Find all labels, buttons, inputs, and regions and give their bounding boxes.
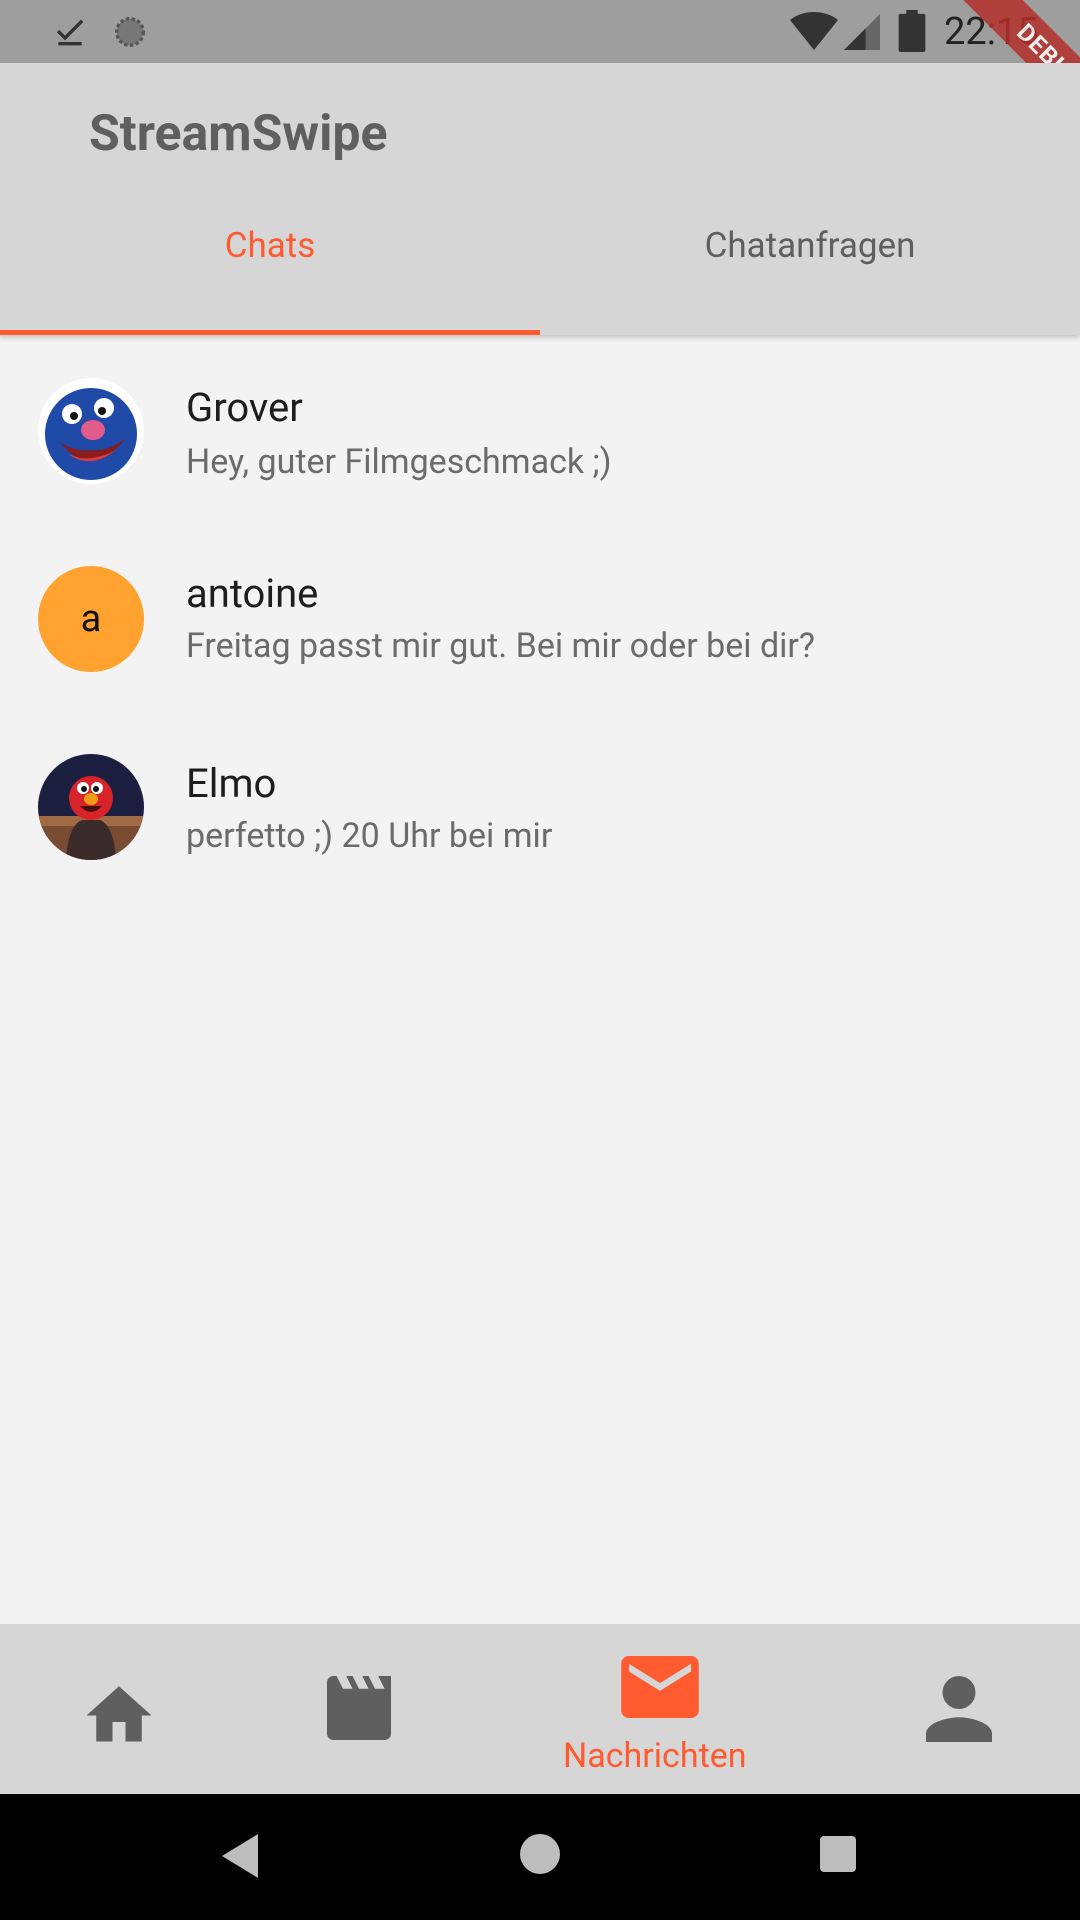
- chat-message: Hey, guter Filmgeschmack ;): [186, 442, 612, 482]
- home-button-icon[interactable]: [520, 1834, 560, 1874]
- movie-icon[interactable]: [320, 1676, 398, 1740]
- system-navigation-bar: [0, 1794, 1080, 1920]
- bottom-navigation: Nachrichten: [0, 1624, 1080, 1794]
- avatar-elmo: [38, 754, 144, 860]
- wifi-icon: [790, 12, 838, 50]
- recents-icon[interactable]: [820, 1836, 856, 1872]
- mail-icon: [621, 1656, 699, 1718]
- chat-message: perfetto ;) 20 Uhr bei mir: [186, 816, 553, 856]
- chat-name: antoine: [186, 570, 319, 617]
- tab-indicator: [0, 330, 540, 335]
- chat-item-grover[interactable]: Grover Hey, guter Filmgeschmack ;): [0, 350, 1080, 530]
- chat-message: Freitag passt mir gut. Bei mir oder bei …: [186, 626, 815, 666]
- app-title: StreamSwipe: [89, 105, 388, 163]
- avatar-antoine: a: [38, 566, 144, 672]
- app-bar: StreamSwipe Chats Chatanfragen: [0, 63, 1080, 335]
- tab-chatanfragen[interactable]: Chatanfragen: [540, 225, 1080, 266]
- chat-item-elmo[interactable]: Elmo perfetto ;) 20 Uhr bei mir: [0, 724, 1080, 904]
- chat-name: Elmo: [186, 760, 277, 807]
- status-bar: 22:15: [0, 0, 1080, 63]
- avatar-grover: [38, 378, 144, 484]
- status-time: 22:15: [944, 10, 1039, 54]
- chat-item-antoine[interactable]: a antoine Freitag passt mir gut. Bei mir…: [0, 536, 1080, 716]
- nav-label-nachrichten: Nachrichten: [563, 1736, 747, 1776]
- battery-icon: [898, 10, 926, 52]
- person-icon[interactable]: [922, 1676, 996, 1742]
- download-done-icon: [56, 19, 84, 46]
- grover-avatar-image: [38, 378, 144, 484]
- back-icon[interactable]: [222, 1834, 262, 1878]
- sync-icon: [115, 17, 145, 47]
- signal-icon: [844, 14, 880, 50]
- tab-chats[interactable]: Chats: [0, 225, 540, 266]
- home-icon[interactable]: [80, 1676, 158, 1742]
- chat-name: Grover: [186, 384, 303, 431]
- elmo-avatar-image: [38, 754, 144, 860]
